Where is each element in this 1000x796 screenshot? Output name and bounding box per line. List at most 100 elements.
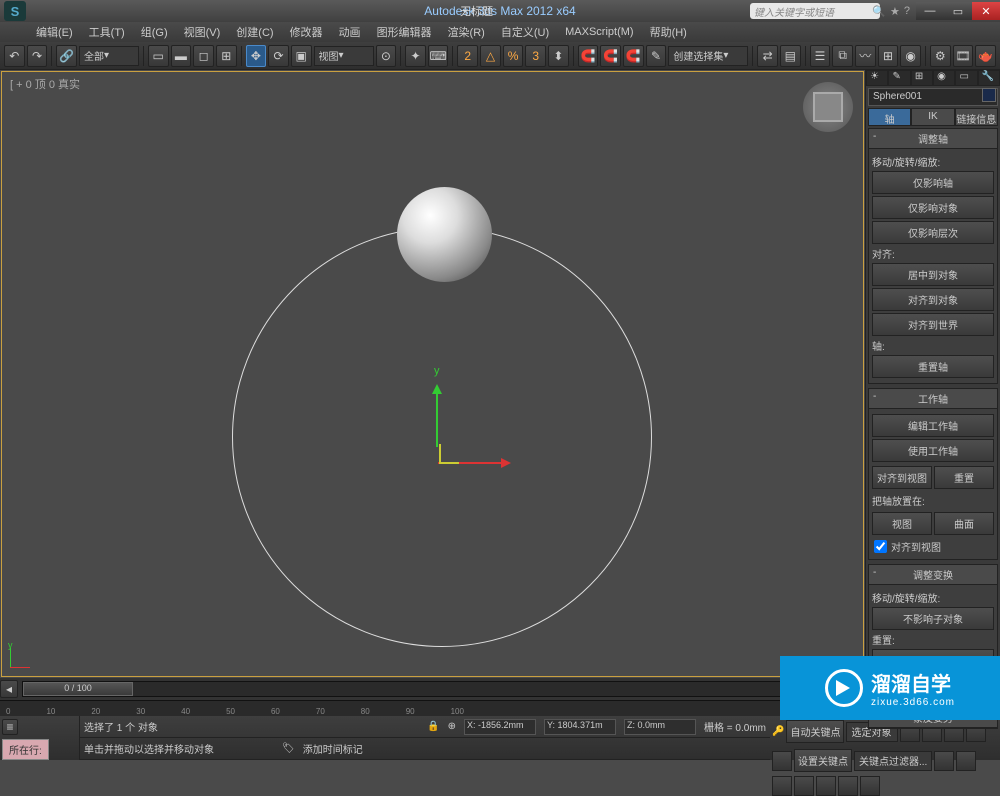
place-surface-button[interactable]: 曲面	[934, 512, 994, 535]
hierarchy-tab[interactable]: ⊞	[911, 70, 933, 86]
ref-coord-dropdown[interactable]: 视图 ▾	[314, 46, 374, 66]
menu-animation[interactable]: 动画	[333, 22, 367, 42]
window-crossing-button[interactable]: ⊞	[216, 45, 237, 67]
object-color-swatch[interactable]	[982, 88, 996, 102]
menu-grapheditors[interactable]: 图形编辑器	[371, 22, 438, 42]
align-to-object-button[interactable]: 对齐到对象	[872, 288, 994, 311]
snap-percent-button[interactable]: %	[503, 45, 524, 67]
material-editor-button[interactable]: ◉	[900, 45, 921, 67]
keyboard-shortcut-button[interactable]: ⌨	[428, 45, 449, 67]
align-to-world-button[interactable]: 对齐到世界	[872, 313, 994, 336]
key-icon[interactable]: 🔑	[772, 726, 784, 737]
named-selection-dropdown[interactable]: 创建选择集 ▾	[668, 46, 748, 66]
menu-edit[interactable]: 编辑(E)	[30, 22, 79, 42]
magnet-edge-button[interactable]: 🧲	[600, 45, 621, 67]
z-coord-input[interactable]: Z: 0.0mm	[624, 719, 696, 735]
render-setup-button[interactable]: ⚙	[930, 45, 951, 67]
utilities-tab[interactable]: 🔧	[978, 70, 1000, 86]
align-to-view-checkbox[interactable]: 对齐到视图	[874, 539, 992, 554]
rect-select-button[interactable]: ◻	[193, 45, 214, 67]
gizmo-y-axis[interactable]	[436, 387, 438, 447]
viewport-top[interactable]: [ + 0 顶 0 真实 y	[1, 71, 864, 677]
linkinfo-tab[interactable]: 链接信息	[955, 108, 998, 126]
nowgo-button[interactable]: 所在行:	[2, 739, 49, 760]
scale-button[interactable]: ▣	[291, 45, 312, 67]
maximize-viewport-button[interactable]	[860, 776, 880, 796]
align-button[interactable]: ▤	[780, 45, 801, 67]
menu-modifiers[interactable]: 修改器	[284, 22, 329, 42]
menu-create[interactable]: 创建(C)	[230, 22, 279, 42]
help-search-input[interactable]: 键入关键字或短语	[750, 3, 880, 19]
reset-wp-button[interactable]: 重置	[934, 466, 994, 489]
edit-working-pivot-button[interactable]: 编辑工作轴	[872, 414, 994, 437]
curve-editor-button[interactable]: 〰	[855, 45, 876, 67]
add-time-tag[interactable]: 添加时间标记	[303, 741, 363, 756]
snap-3d-button[interactable]: 3	[525, 45, 546, 67]
menu-group[interactable]: 组(G)	[135, 22, 174, 42]
menu-view[interactable]: 视图(V)	[178, 22, 227, 42]
affect-pivot-only-button[interactable]: 仅影响轴	[872, 171, 994, 194]
select-object-button[interactable]: ▭	[148, 45, 169, 67]
object-name-field[interactable]: Sphere001	[868, 88, 998, 106]
snap-2d-button[interactable]: 2	[457, 45, 478, 67]
viewport-label[interactable]: [ + 0 顶 0 真实	[10, 76, 80, 92]
affect-hierarchy-only-button[interactable]: 仅影响层次	[872, 221, 994, 244]
ik-tab[interactable]: IK	[911, 108, 954, 126]
setkey-button[interactable]: 设置关键点	[794, 749, 852, 772]
scene-sphere[interactable]	[397, 187, 492, 282]
create-tab[interactable]: ☀	[866, 70, 888, 86]
menu-rendering[interactable]: 渲染(R)	[442, 22, 491, 42]
minimize-button[interactable]: —	[916, 2, 944, 20]
modify-tab[interactable]: ✎	[888, 70, 910, 86]
rotate-button[interactable]: ⟳	[268, 45, 289, 67]
reset-pivot-button[interactable]: 重置轴	[872, 355, 994, 378]
render-frame-button[interactable]: 🎞	[953, 45, 974, 67]
place-view-button[interactable]: 视图	[872, 512, 932, 535]
orbit-button[interactable]	[838, 776, 858, 796]
menu-maxscript[interactable]: MAXScript(M)	[559, 24, 639, 40]
time-tag-icon[interactable]: 🏷	[282, 743, 295, 754]
pan-button[interactable]	[816, 776, 836, 796]
quick-render-button[interactable]: 🫖	[975, 45, 996, 67]
center-to-object-button[interactable]: 居中到对象	[872, 263, 994, 286]
redo-button[interactable]: ↷	[27, 45, 48, 67]
rollout-header[interactable]: 工作轴	[869, 389, 997, 409]
motion-tab[interactable]: ◉	[933, 70, 955, 86]
pivot-center-button[interactable]: ⊙	[376, 45, 397, 67]
zoom-extents-all-button[interactable]	[794, 776, 814, 796]
display-tab[interactable]: ▭	[955, 70, 977, 86]
mirror-button[interactable]: ⇄	[757, 45, 778, 67]
x-coord-input[interactable]: X: -1856.2mm	[464, 719, 536, 735]
use-working-pivot-button[interactable]: 使用工作轴	[872, 439, 994, 462]
search-icon[interactable]: 🔍	[872, 5, 886, 18]
lock-icon[interactable]: 🔒	[427, 721, 439, 732]
magnet-pivot-button[interactable]: 🧲	[578, 45, 599, 67]
manipulate-button[interactable]: ✦	[405, 45, 426, 67]
schematic-view-button[interactable]: ⊞	[878, 45, 899, 67]
pivot-tab[interactable]: 轴	[868, 108, 911, 126]
layer-manager-button[interactable]: ⧉	[832, 45, 853, 67]
magnet-vertex-button[interactable]: 🧲	[623, 45, 644, 67]
layers-button[interactable]: ☰	[810, 45, 831, 67]
affect-object-only-button[interactable]: 仅影响对象	[872, 196, 994, 219]
menu-customize[interactable]: 自定义(U)	[495, 22, 555, 42]
autokey-button[interactable]: 自动关键点	[786, 720, 844, 743]
help-icon[interactable]: ?	[904, 5, 910, 18]
star-icon[interactable]: ★	[890, 5, 900, 18]
spinner-snap-button[interactable]: ⬍	[548, 45, 569, 67]
coord-mode-icon[interactable]: ⊕	[448, 721, 456, 732]
undo-button[interactable]: ↶	[4, 45, 25, 67]
app-logo[interactable]: S	[4, 1, 26, 21]
script-listener-button[interactable]: ≡	[2, 719, 18, 735]
select-by-name-button[interactable]: ▬	[171, 45, 192, 67]
rollout-header[interactable]: 调整轴	[869, 129, 997, 149]
menu-help[interactable]: 帮助(H)	[644, 22, 693, 42]
maximize-button[interactable]: ▭	[944, 2, 972, 20]
viewcube[interactable]	[803, 82, 853, 132]
rollout-header[interactable]: 调整变换	[869, 565, 997, 585]
move-button[interactable]: ✥	[246, 45, 267, 67]
scene-circle-path[interactable]	[232, 227, 652, 647]
zoom-extents-button[interactable]	[772, 776, 792, 796]
timeline-left-button[interactable]: ◂	[0, 680, 18, 698]
selection-filter-dropdown[interactable]: 全部 ▾	[79, 46, 139, 66]
